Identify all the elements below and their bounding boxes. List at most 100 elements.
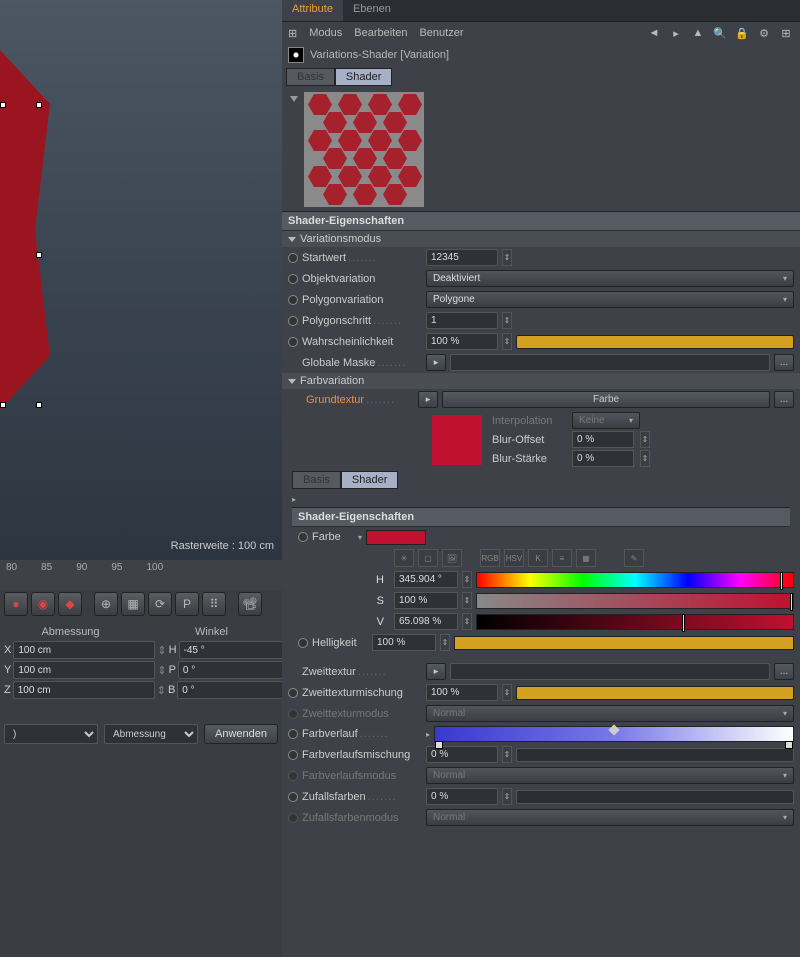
tab-attribute[interactable]: Attribute (282, 0, 343, 21)
z-input[interactable] (13, 681, 155, 699)
anim-dot[interactable] (288, 253, 298, 263)
back-icon[interactable]: ◄ (646, 25, 662, 41)
handle[interactable] (0, 402, 6, 408)
basetex-menu-button[interactable]: ▸ (418, 391, 438, 408)
left-dropdown[interactable]: ) (4, 724, 98, 744)
polystep-input[interactable] (426, 312, 498, 329)
h-input[interactable] (394, 571, 458, 588)
image-icon[interactable]: 🖼 (442, 549, 462, 567)
param-button[interactable]: P (175, 592, 199, 616)
gradmix-slider[interactable] (516, 748, 794, 762)
mixer-icon[interactable]: ≡ (552, 549, 572, 567)
color-swatch[interactable] (432, 415, 482, 465)
gradient-stop[interactable] (435, 741, 443, 749)
s-input[interactable] (394, 592, 458, 609)
gradient-editor[interactable] (434, 726, 794, 742)
fwd-icon[interactable]: ▸ (668, 25, 684, 41)
gmask-input[interactable] (450, 354, 770, 371)
bright-input[interactable] (372, 634, 436, 651)
film-button[interactable]: 📽 (238, 592, 262, 616)
picker-icon[interactable]: ✎ (624, 549, 644, 567)
subtab2-shader[interactable]: Shader (341, 471, 398, 489)
k-button[interactable]: K (528, 549, 548, 567)
tex2-menu-button[interactable]: ▸ (426, 663, 446, 680)
tex2-input[interactable] (450, 663, 770, 680)
scale-button[interactable]: ▦ (121, 592, 145, 616)
objvar-select[interactable]: Deaktiviert▾ (426, 270, 794, 287)
shader-preview[interactable] (304, 92, 424, 207)
keyframe-button[interactable]: ◆ (58, 592, 82, 616)
prob-slider[interactable] (516, 335, 794, 349)
tex2-browse-button[interactable]: ... (774, 663, 794, 680)
handle[interactable] (0, 102, 6, 108)
v-input[interactable] (394, 613, 458, 630)
apply-button[interactable]: Anwenden (204, 724, 278, 744)
val-slider[interactable] (476, 614, 794, 630)
viewport-3d[interactable]: Rasterweite : 100 cm (0, 0, 282, 560)
gmask-browse-button[interactable]: ... (774, 354, 794, 371)
expand-icon[interactable]: ▸ (292, 495, 296, 504)
menu-edit[interactable]: Bearbeiten (354, 27, 407, 39)
anim-dot[interactable] (288, 729, 298, 739)
mode-dropdown[interactable]: Abmessung (104, 724, 198, 744)
rand-input[interactable] (426, 788, 498, 805)
sat-slider[interactable] (476, 593, 794, 609)
anim-dot[interactable] (288, 750, 298, 760)
anim-dot[interactable] (288, 688, 298, 698)
up-icon[interactable]: ▲ (690, 25, 706, 41)
group-color-variation[interactable]: Farbvariation (282, 373, 800, 389)
y-input[interactable] (13, 661, 155, 679)
tex2mix-slider[interactable] (516, 686, 794, 700)
anim-dot[interactable] (288, 792, 298, 802)
anim-dot[interactable] (288, 295, 298, 305)
startwert-input[interactable] (426, 249, 498, 266)
anim-dot[interactable] (288, 337, 298, 347)
subtab2-basis[interactable]: Basis (292, 471, 341, 489)
polyvar-select[interactable]: Polygone▾ (426, 291, 794, 308)
grid-icon[interactable]: ⊞ (288, 27, 297, 40)
lock-icon[interactable]: 🔒 (734, 25, 750, 41)
rgb-button[interactable]: RGB (480, 549, 500, 567)
gray-icon[interactable]: ▢ (418, 549, 438, 567)
menu-mode[interactable]: Modus (309, 27, 342, 39)
group-variation-mode[interactable]: Variationsmodus (282, 231, 800, 247)
bluroff-input[interactable] (572, 431, 634, 448)
handle[interactable] (36, 102, 42, 108)
basetex-browse-button[interactable]: ... (774, 391, 794, 408)
farbe-swatch[interactable] (366, 530, 426, 545)
new-icon[interactable]: ⊞ (778, 25, 794, 41)
swatches-icon[interactable]: ▦ (576, 549, 596, 567)
gradient-midpoint[interactable] (609, 724, 620, 735)
spinner-icon[interactable]: ✳ (394, 549, 414, 567)
anim-dot[interactable] (288, 316, 298, 326)
disclosure-icon[interactable] (290, 96, 298, 102)
search-icon[interactable]: 🔍 (712, 25, 728, 41)
prob-input[interactable] (426, 333, 498, 350)
record-button[interactable]: ● (4, 592, 28, 616)
autokey-button[interactable]: ◉ (31, 592, 55, 616)
handle[interactable] (36, 252, 42, 258)
anim-dot[interactable] (288, 274, 298, 284)
bright-slider[interactable] (454, 636, 794, 650)
viewport-object[interactable] (0, 50, 50, 410)
tab-layers[interactable]: Ebenen (343, 0, 401, 21)
rand-slider[interactable] (516, 790, 794, 804)
color-button[interactable]: Farbe (442, 391, 770, 408)
gmask-menu-button[interactable]: ▸ (426, 354, 446, 371)
subtab-shader[interactable]: Shader (335, 68, 392, 86)
anim-dot[interactable] (298, 532, 308, 542)
hsv-button[interactable]: HSV (504, 549, 524, 567)
gradient-stop[interactable] (785, 741, 793, 749)
hue-slider[interactable] (476, 572, 794, 588)
move-button[interactable]: ⊕ (94, 592, 118, 616)
gear-icon[interactable]: ⚙ (756, 25, 772, 41)
anim-dot[interactable] (298, 638, 308, 648)
rotate-button[interactable]: ⟳ (148, 592, 172, 616)
pla-button[interactable]: ⠿ (202, 592, 226, 616)
x-input[interactable] (13, 641, 155, 659)
tex2mix-input[interactable] (426, 684, 498, 701)
handle[interactable] (36, 402, 42, 408)
menu-user[interactable]: Benutzer (419, 27, 463, 39)
timeline[interactable]: 80 85 90 95 100 (0, 560, 282, 590)
blurstr-input[interactable] (572, 450, 634, 467)
